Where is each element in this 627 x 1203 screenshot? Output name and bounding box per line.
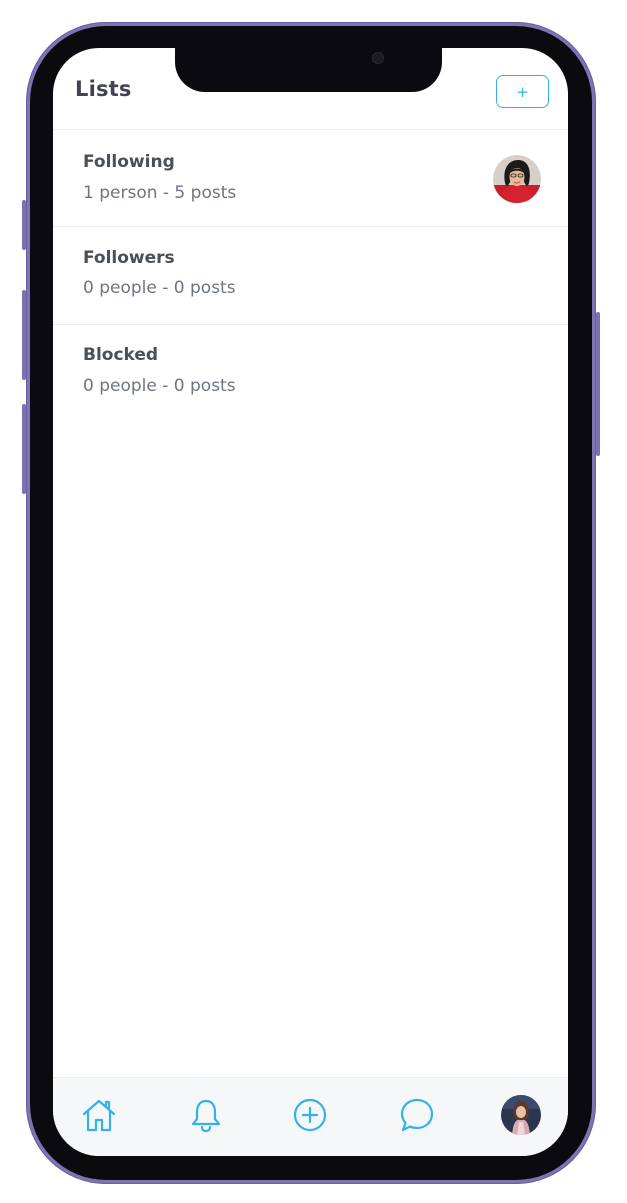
tab-profile[interactable]: [501, 1095, 541, 1139]
list-item-title: Blocked: [83, 345, 159, 365]
list-item-summary: 0 people - 0 posts: [83, 376, 236, 396]
list-item-summary: 1 person - 5 posts: [83, 183, 237, 203]
front-camera: [372, 52, 384, 64]
side-button-volume-down: [22, 404, 26, 494]
list-item-title: Following: [83, 152, 175, 172]
add-list-button[interactable]: +: [496, 75, 549, 108]
side-button-volume-up: [22, 290, 26, 380]
camera-notch: [175, 48, 442, 92]
list-item-title: Followers: [83, 248, 175, 268]
list-item-following[interactable]: Following 1 person - 5 posts: [53, 130, 568, 227]
home-icon: [81, 1097, 117, 1137]
list-item-followers[interactable]: Followers 0 people - 0 posts: [53, 228, 568, 325]
tab-home[interactable]: [80, 1098, 118, 1136]
list-item-summary: 0 people - 0 posts: [83, 278, 236, 298]
profile-avatar: [501, 1095, 541, 1139]
side-button-mute: [22, 200, 26, 250]
app-screen: Lists + Following 1 person - 5 posts Fol…: [53, 48, 568, 1156]
plus-circle-icon: [292, 1097, 328, 1137]
tab-create[interactable]: [291, 1098, 329, 1136]
bell-icon: [189, 1097, 223, 1137]
side-button-power: [596, 312, 600, 456]
following-avatar: [493, 155, 541, 203]
bottom-tab-bar: [53, 1077, 568, 1156]
list-item-blocked[interactable]: Blocked 0 people - 0 posts: [53, 325, 568, 421]
tab-messages[interactable]: [398, 1098, 436, 1136]
tab-notifications[interactable]: [187, 1098, 225, 1136]
page-title: Lists: [75, 77, 132, 101]
chat-bubble-icon: [399, 1097, 435, 1137]
